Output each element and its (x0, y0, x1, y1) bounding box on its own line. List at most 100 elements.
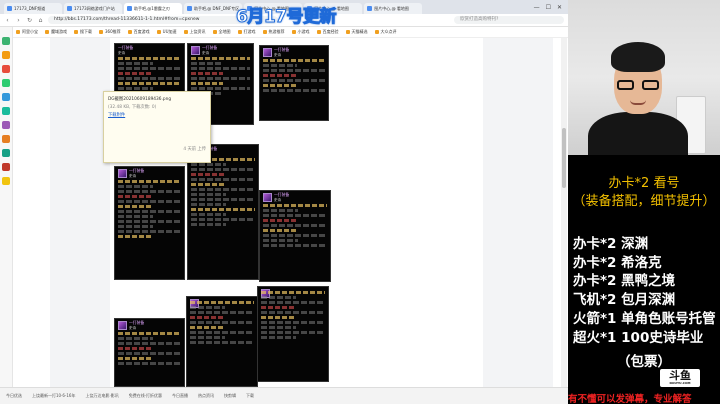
card-stat (118, 215, 153, 219)
bookmark-item[interactable]: 阿里小宝 (16, 29, 38, 35)
guarantee-text: （包票） (617, 354, 671, 370)
bookmark-item[interactable]: 大众点评 (374, 29, 397, 35)
close-button[interactable]: ✕ (557, 2, 562, 14)
status-item[interactable]: 热点资讯 (198, 393, 214, 399)
sidebar-app-icon[interactable] (2, 37, 10, 45)
item-icon (263, 48, 272, 57)
tab-label: 17173_DNF频道 (14, 6, 46, 11)
card-stat (263, 59, 325, 63)
sidebar-app-icon[interactable] (2, 107, 10, 115)
card-stat (190, 301, 254, 304)
item-icon (263, 193, 272, 202)
sidebar-app-icon[interactable] (2, 65, 10, 73)
bookmark-label: 全地图 (218, 29, 231, 34)
service-row: 办卡*2 黑鸭之境 (573, 273, 676, 290)
card-stat (261, 331, 325, 334)
favicon-icon (127, 6, 132, 11)
tooltip-time: 4 天前 上传 (183, 147, 206, 152)
scroll-thumb[interactable] (562, 128, 566, 188)
card-stat (118, 87, 153, 91)
bookmark-item[interactable]: 百度经验 (316, 29, 339, 35)
panel-heading: 办卡*2 看号 (608, 176, 680, 191)
bookmark-item[interactable]: 百度游戏 (127, 29, 150, 35)
page-content: 一打装备 史诗 一打装备 史诗 一打装备 史诗 一打装备 史诗 一打装备 史诗 … (13, 38, 568, 387)
card-stat (191, 173, 227, 177)
tooltip-filename: DG截图20210609189436.png (108, 97, 172, 102)
bookmark-item[interactable]: 魔域游戏 (45, 29, 67, 35)
card-stat (263, 69, 325, 73)
card-stat (263, 74, 298, 78)
search-input[interactable]: 欣赏打造高购特刊? (454, 16, 564, 24)
sidebar-app-icon[interactable] (2, 163, 10, 171)
back-icon[interactable]: ‹ (4, 17, 11, 24)
sidebar-app-icon[interactable] (2, 93, 10, 101)
tab-4[interactable]: 助手吧,@ DNF_DNF专区 (184, 3, 243, 14)
item-card[interactable] (186, 296, 258, 387)
bookmark-item[interactable]: 360推荐 (99, 29, 121, 35)
sidebar-app-icon[interactable] (2, 177, 10, 185)
card-stat (191, 168, 255, 172)
card-stat (118, 332, 181, 336)
tab-3[interactable]: 助手吧,@1雷霆之刃 (124, 3, 182, 14)
bookmark-item[interactable]: 打游戏 (237, 29, 256, 35)
bookmark-item[interactable]: 全地图 (212, 29, 231, 35)
card-stat (118, 185, 153, 189)
status-item[interactable]: 下载 (246, 393, 254, 399)
bookmark-label: 百度经验 (322, 29, 339, 34)
card-grade: 史诗 (274, 52, 281, 57)
card-stat (118, 225, 153, 229)
sidebar-app-icon[interactable] (2, 149, 10, 157)
status-item[interactable]: 快剪辑 (224, 393, 236, 399)
item-card[interactable]: 一打装备 史诗 (114, 318, 185, 387)
bookmark-item[interactable]: 天猫精选 (345, 29, 368, 35)
item-card[interactable] (257, 286, 329, 382)
card-stat (118, 72, 153, 76)
card-stat (261, 336, 297, 339)
sidebar-app-icon[interactable] (2, 135, 10, 143)
download-link[interactable]: 下载附件 (108, 112, 206, 118)
maximize-button[interactable]: ☐ (546, 2, 551, 14)
tab-2[interactable]: 17173网络游戏门户站 (64, 3, 122, 14)
card-stat (261, 316, 297, 319)
card-stat (118, 342, 181, 346)
card-stat (263, 84, 298, 88)
sidebar-app-icon[interactable] (2, 51, 10, 59)
home-icon[interactable]: ⌂ (37, 17, 44, 24)
bookmark-item[interactable]: 搜下载 (74, 29, 92, 35)
tab-1[interactable]: 17173_DNF频道 (4, 3, 62, 14)
status-item[interactable]: 今日优选 (6, 393, 22, 399)
card-stat (118, 62, 153, 66)
bookmark-icon (156, 30, 161, 34)
bookmark-item[interactable]: UU加速 (156, 29, 177, 35)
panel-subheading: （装备搭配，细节提升） (572, 194, 716, 209)
scrollbar[interactable] (561, 38, 567, 387)
sidebar-app-icon[interactable] (2, 121, 10, 129)
browser-window: 17173_DNF频道 17173网络游戏门户站 助手吧,@1雷霆之刃 助手吧,… (0, 0, 568, 404)
window-controls: — ☐ ✕ (534, 2, 568, 14)
card-stat (191, 223, 227, 227)
bookmark-item[interactable]: 小游戏 (291, 29, 310, 35)
bookmark-item[interactable]: 热游推荐 (262, 29, 285, 35)
card-stat (191, 57, 250, 61)
item-card[interactable]: 一打装备 史诗 (259, 190, 331, 282)
bookmark-label: 打游戏 (243, 29, 256, 34)
forward-icon[interactable]: › (15, 17, 22, 24)
status-item[interactable]: 上饶万达电影·影讯 (85, 393, 118, 399)
bookmark-icon (212, 30, 217, 34)
bookmark-icon (374, 30, 379, 34)
status-item[interactable]: 今日直播 (172, 393, 188, 399)
card-stat (191, 77, 250, 81)
tab-7[interactable]: 图片中心,@ 看地图 (364, 3, 423, 14)
sidebar-app-icon[interactable] (2, 79, 10, 87)
item-card[interactable]: 一打装备 史诗 (114, 166, 185, 280)
status-item[interactable]: 上饶最新一打10·6-16年 (32, 393, 75, 399)
item-card[interactable]: 一打装备 史诗 (259, 45, 329, 121)
refresh-icon[interactable]: ↻ (26, 17, 33, 24)
item-icon (191, 46, 200, 55)
item-card[interactable]: 一打装备 史诗 (187, 144, 259, 280)
minimize-button[interactable]: — (534, 2, 540, 14)
status-item[interactable]: 免费在线·打折优惠 (129, 393, 162, 399)
card-stat (191, 218, 255, 222)
bookmark-item[interactable]: 上饶资讯 (183, 29, 206, 35)
bookmark-icon (291, 30, 296, 34)
